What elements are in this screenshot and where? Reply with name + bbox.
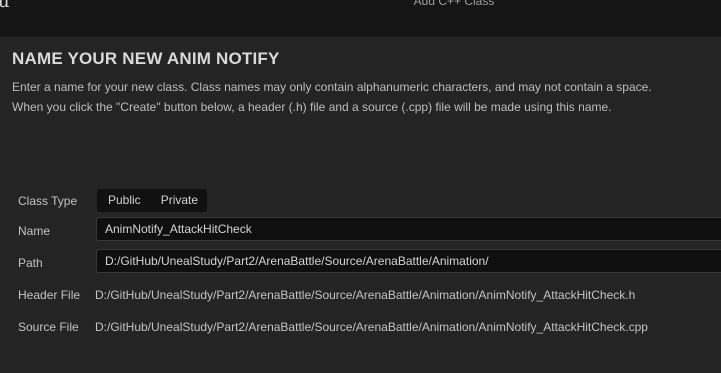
path-input[interactable]: D:/GitHub/UnealStudy/Part2/ArenaBattle/S… [96, 249, 721, 273]
window-title: Add C++ Class [413, 0, 495, 8]
new-class-panel: NAME YOUR NEW ANIM NOTIFY Enter a name f… [0, 37, 721, 373]
path-label: Path [18, 256, 43, 270]
header-file-value: D:/GitHub/UnealStudy/Part2/ArenaBattle/S… [95, 288, 636, 302]
class-type-private-button[interactable]: Private [150, 189, 207, 212]
title-bar: u Add C++ Class [0, 0, 721, 36]
description-line-1: Enter a name for your new class. Class n… [12, 80, 652, 94]
source-file-label: Source File [18, 320, 79, 334]
name-label: Name [18, 224, 51, 238]
class-name-input[interactable]: AnimNotify_AttackHitCheck [96, 217, 721, 241]
class-type-toggle: Public Private [97, 189, 208, 212]
header-file-label: Header File [18, 288, 81, 302]
page-title: NAME YOUR NEW ANIM NOTIFY [12, 49, 280, 68]
source-file-value: D:/GitHub/UnealStudy/Part2/ArenaBattle/S… [95, 320, 648, 334]
class-type-label: Class Type [18, 194, 78, 208]
class-type-public-button[interactable]: Public [97, 189, 150, 212]
description-line-2: When you click the "Create" button below… [12, 100, 612, 114]
